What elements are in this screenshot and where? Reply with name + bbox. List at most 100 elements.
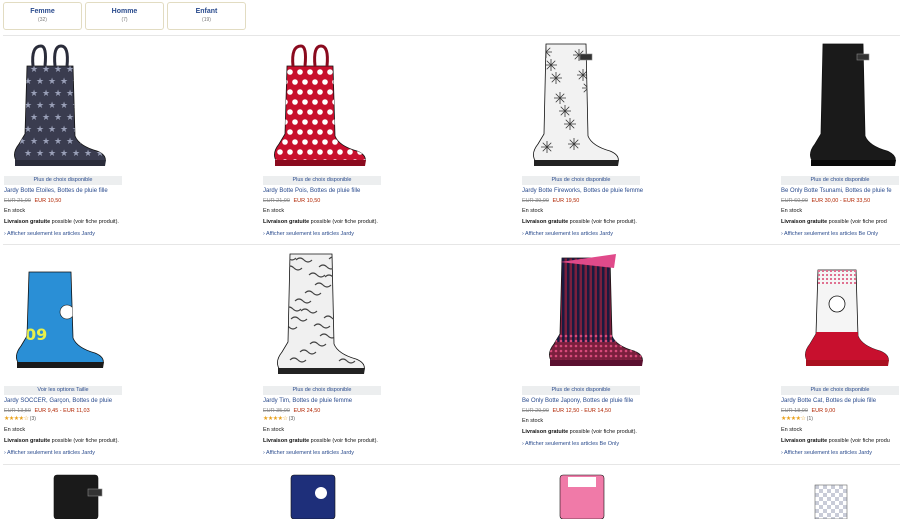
svg-text:★: ★ [42,137,50,147]
svg-text:★: ★ [60,125,68,135]
svg-text:★: ★ [48,77,56,87]
filter-label: Enfant [195,8,218,15]
svg-text:★: ★ [72,149,80,159]
divider [3,244,900,245]
shipping-bold: Livraison gratuite [781,219,828,225]
product-title-link[interactable]: Jardy Botte Etoiles, Bottes de pluie fil… [4,187,108,195]
svg-text:★: ★ [108,125,116,135]
svg-text:★: ★ [24,149,32,159]
product-image[interactable] [781,248,900,385]
divider [3,35,900,36]
rating[interactable]: ★★★★☆ (3) [263,416,295,423]
shipping-rest: possible (voir fiche produit). [568,219,637,225]
shipping-info: Livraison gratuite possible (voir fiche … [263,437,378,445]
brand-filter-link[interactable]: › Afficher seulement les articles Jardy [522,230,613,238]
options-button[interactable]: Plus de choix disponible [263,386,381,395]
options-button[interactable]: Plus de choix disponible [522,386,640,395]
boot-black-partial-image [53,474,103,519]
brand-filter-link[interactable]: › Afficher seulement les articles Jardy [263,449,354,457]
brand-filter-link[interactable]: › Afficher seulement les articles Be Onl… [522,440,619,448]
product-card-partial[interactable] [781,467,900,519]
product-card-partial[interactable] [4,467,263,519]
svg-text:★: ★ [72,77,80,87]
svg-text:★: ★ [48,149,56,159]
product-image[interactable]: ★ ★ ★ ★ ★ ★ ★ ★ ★ ★ ★ ★ ★ ★ ★ ★ ★ ★ ★ ★ ★ ★ ★ ★ ★ ★ ★ ★ ★ ★ ★ ★ ★ ★ ★ ★ ★ ★ ★ ★… [4,38,263,175]
boot-pois-image [274,44,366,166]
rating[interactable]: ★★★★☆ (3) [4,416,36,423]
brand-filter-link[interactable]: › Afficher seulement les articles Be Onl… [781,230,878,238]
product-image[interactable] [263,38,522,175]
product-title-link[interactable]: Jardy Botte Fireworks, Bottes de pluie f… [522,187,643,195]
price-block: EUR 39,00 EUR 19,50 [522,197,579,205]
svg-text:★: ★ [66,137,74,147]
boot-tsunami-image [810,43,896,166]
svg-text:★: ★ [30,113,38,123]
options-button[interactable]: Voir les options Taille [4,386,122,395]
brand-filter-link[interactable]: › Afficher seulement les articles Jardy [263,230,354,238]
product-title-link[interactable]: Jardy Botte Pois, Bottes de pluie fille [263,187,360,195]
svg-text:★: ★ [18,65,26,75]
options-button[interactable]: Plus de choix disponible [781,176,899,185]
filter-enfant[interactable]: Enfant (19) [167,2,246,30]
product-image[interactable] [522,38,781,175]
svg-text:★: ★ [84,101,92,111]
product-title-link[interactable]: Jardy Tim, Bottes de pluie femme [263,397,352,405]
product-card-partial[interactable] [522,467,781,519]
options-button[interactable]: Plus de choix disponible [522,176,640,185]
svg-text:★: ★ [84,149,92,159]
boot-tim-image [277,253,365,374]
svg-text:★: ★ [42,113,50,123]
product-title-link[interactable]: Be Only Botte Tsunami, Bottes de pluie f… [781,187,892,195]
boot-soccer-image: 09 [16,271,104,368]
svg-text:★: ★ [66,89,74,99]
svg-text:★: ★ [78,113,86,123]
star-rating-icon: ★★★★☆ [4,416,29,422]
brand-filter-link[interactable]: › Afficher seulement les articles Jardy [4,449,95,457]
boot-pink-partial-image [559,474,605,519]
svg-text:★: ★ [36,149,44,159]
brand-filter-link[interactable]: › Afficher seulement les articles Jardy [4,230,95,238]
svg-text:★: ★ [90,137,98,147]
product-image[interactable]: 09 [4,248,263,385]
svg-text:★: ★ [36,77,44,87]
brand-filter-link[interactable]: › Afficher seulement les articles Jardy [781,449,872,457]
product-image[interactable] [522,248,781,385]
svg-text:★: ★ [30,137,38,147]
shipping-rest: possible (voir fiche produ [827,438,890,444]
options-button[interactable]: Plus de choix disponible [781,386,899,395]
filter-count: (19) [202,17,211,23]
shipping-bold: Livraison gratuite [263,219,310,225]
filter-femme[interactable]: Femme (32) [3,2,82,30]
product-title-link[interactable]: Jardy SOCCER, Garçon, Bottes de pluie [4,397,112,405]
options-button[interactable]: Plus de choix disponible [4,176,122,185]
filter-homme[interactable]: Homme (7) [85,2,164,30]
product-image[interactable] [781,38,900,175]
svg-text:★: ★ [54,113,62,123]
boot-fireworks-image [533,43,619,166]
shipping-rest: possible (voir fiche produit). [309,219,378,225]
star-rating-icon: ★★★★☆ [263,416,288,422]
product-card-partial[interactable] [263,467,522,519]
boot-gingham-partial-image [814,484,848,519]
price-block: EUR 60,00 EUR 30,00 - EUR 33,50 [781,197,870,205]
svg-text:09: 09 [25,325,47,344]
svg-text:★: ★ [78,65,86,75]
svg-text:★: ★ [48,125,56,135]
shipping-bold: Livraison gratuite [4,219,51,225]
svg-text:★: ★ [36,125,44,135]
star-rating-icon: ★★★★☆ [781,416,806,422]
product-title-link[interactable]: Be Only Botte Japony, Bottes de pluie fi… [522,397,633,405]
price-block: EUR 21,00 EUR 10,50 [4,197,61,205]
list-price: EUR 35,00 [263,408,290,414]
product-image[interactable] [263,248,522,385]
filter-label: Femme [30,8,55,15]
sale-price: EUR 19,50 [552,198,580,204]
sale-price: EUR 10,50 [293,198,321,204]
rating[interactable]: ★★★★☆ (1) [781,416,813,423]
shipping-bold: Livraison gratuite [263,438,310,444]
product-title-link[interactable]: Jardy Botte Cat, Bottes de pluie fille [781,397,876,405]
stock-status: En stock [522,418,544,424]
shipping-info: Livraison gratuite possible (voir fiche … [522,218,637,226]
svg-text:★: ★ [96,125,104,135]
options-button[interactable]: Plus de choix disponible [263,176,381,185]
